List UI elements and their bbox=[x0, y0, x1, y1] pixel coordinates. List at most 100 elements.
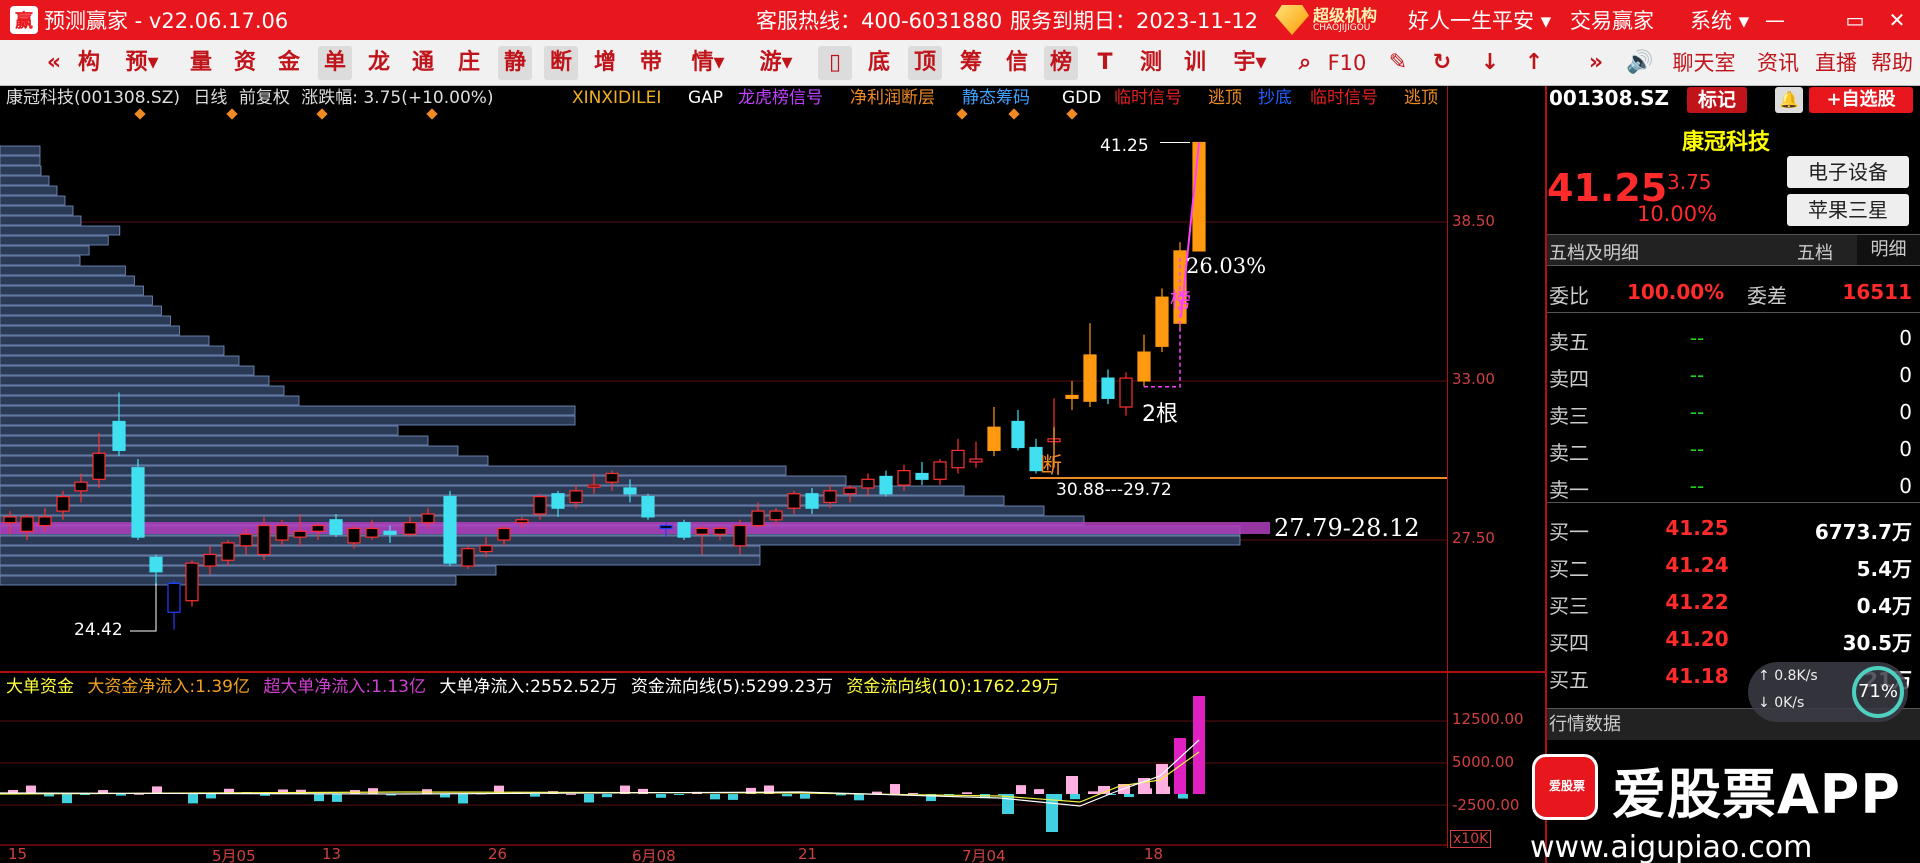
upload-speed: ↑ 0.8K/s bbox=[1758, 668, 1818, 684]
chip-bar bbox=[0, 185, 58, 196]
watermark: 爱股票 爱股票APP www.aigupiao.com bbox=[1530, 750, 1920, 863]
candle-body bbox=[203, 553, 217, 567]
candle-body bbox=[623, 487, 637, 495]
ask-row[interactable]: 卖五 -- 0 bbox=[1547, 326, 1920, 356]
bid-row[interactable]: 买一 41.25 6773.7万 bbox=[1547, 516, 1920, 546]
flow-bar bbox=[116, 794, 126, 796]
flow-bar bbox=[566, 793, 576, 795]
watermark-brand: 爱股票APP bbox=[1612, 763, 1901, 826]
flow-bar bbox=[710, 794, 720, 800]
chip-bar bbox=[0, 455, 489, 466]
flow-line-10: 资金流向线(10):1762.29万 bbox=[846, 677, 1060, 697]
chip-bar bbox=[0, 355, 240, 366]
weicha-value: 16511 bbox=[1842, 280, 1912, 304]
add-favorite-button[interactable]: +自选股 bbox=[1809, 87, 1913, 113]
low-price-label: 24.42 bbox=[74, 620, 123, 640]
candle-body bbox=[275, 524, 289, 541]
sector-tag-apple-samsung[interactable]: 苹果三星 bbox=[1787, 194, 1909, 226]
candle-body bbox=[861, 478, 875, 489]
tab-wudang[interactable]: 五档 bbox=[1797, 239, 1833, 265]
candle-body bbox=[515, 519, 529, 524]
candle-body bbox=[1083, 354, 1097, 402]
network-speed-widget[interactable]: ↑ 0.8K/s ↓ 0K/s 71% bbox=[1748, 662, 1908, 722]
super-inflow: 超大单净流入:1.13亿 bbox=[263, 677, 426, 697]
candle-body bbox=[311, 524, 325, 532]
candle-body bbox=[185, 562, 199, 602]
chip-bar bbox=[0, 465, 787, 476]
fund-flow-legend: 大单资金 大资金净流入:1.39亿 超大单净流入:1.13亿 大单净流入:255… bbox=[6, 672, 1059, 697]
bid-row[interactable]: 买四 41.20 30.5万 bbox=[1547, 627, 1920, 657]
candle-body bbox=[587, 484, 601, 488]
sector-tag-electronics[interactable]: 电子设备 bbox=[1787, 156, 1909, 188]
ask-row[interactable]: 卖一 -- 0 bbox=[1547, 474, 1920, 504]
candle-body bbox=[769, 510, 783, 521]
chip-bar bbox=[0, 165, 42, 176]
flow-bar bbox=[530, 794, 540, 797]
chip-range-label: 27.79-28.12 bbox=[1274, 514, 1420, 542]
candle-body bbox=[383, 530, 397, 535]
fund-flow-title: 大单资金 bbox=[6, 677, 74, 697]
candle-body bbox=[403, 522, 417, 535]
flow-line-10-path bbox=[0, 751, 1200, 803]
chip-bar bbox=[0, 175, 50, 186]
candle-body bbox=[1137, 351, 1151, 382]
order-book-title: 五档及明细 bbox=[1549, 243, 1639, 264]
bid-row[interactable]: 买三 41.22 0.4万 bbox=[1547, 590, 1920, 620]
chip-bar bbox=[0, 485, 965, 496]
flow-bar bbox=[800, 794, 810, 799]
stock-code: 001308.SZ bbox=[1549, 86, 1669, 110]
candle-body bbox=[641, 496, 655, 518]
y-tick: 38.50 bbox=[1452, 212, 1495, 230]
bid-price: 41.24 bbox=[1665, 553, 1729, 577]
chip-bar bbox=[0, 325, 180, 336]
candle-body bbox=[20, 516, 34, 532]
candle-body bbox=[695, 527, 709, 535]
ask-row[interactable]: 卖三 -- 0 bbox=[1547, 400, 1920, 430]
candle-body bbox=[1101, 377, 1115, 399]
chip-peak-bar bbox=[0, 522, 1270, 534]
chip-bar bbox=[0, 565, 497, 576]
candle-body bbox=[823, 490, 837, 504]
candle-body bbox=[1065, 394, 1079, 399]
sub-y-tick: -2500.00 bbox=[1452, 796, 1520, 814]
ask-volume: 0 bbox=[1899, 474, 1912, 498]
ask-label: 卖四 bbox=[1549, 367, 1589, 391]
ask-volume: 0 bbox=[1899, 437, 1912, 461]
chip-bar bbox=[0, 305, 162, 316]
candle-body bbox=[1192, 141, 1206, 252]
flow-bar bbox=[962, 792, 972, 794]
chip-bar bbox=[0, 415, 576, 426]
flow-bar bbox=[440, 794, 450, 798]
chip-bar bbox=[0, 545, 761, 556]
bid-row[interactable]: 买二 41.24 5.4万 bbox=[1547, 553, 1920, 583]
divider bbox=[1547, 502, 1920, 503]
high-price-label: 41.25 bbox=[1100, 136, 1149, 156]
chip-bar bbox=[0, 315, 171, 326]
chip-bar bbox=[0, 275, 135, 286]
tab-detail[interactable]: 明细 bbox=[1857, 235, 1920, 265]
ask-price: -- bbox=[1689, 400, 1705, 424]
flow-bar bbox=[674, 794, 684, 795]
ask-row[interactable]: 卖四 -- 0 bbox=[1547, 363, 1920, 393]
candle-body bbox=[843, 487, 857, 495]
bid-label: 买四 bbox=[1549, 631, 1589, 655]
chip-bar bbox=[0, 555, 761, 566]
candle-body bbox=[131, 467, 145, 538]
candle-body bbox=[933, 461, 947, 480]
flow-bar bbox=[260, 794, 270, 796]
chip-bar bbox=[0, 495, 1005, 506]
bell-icon[interactable]: 🔔 bbox=[1775, 87, 1803, 113]
bid-volume: 6773.7万 bbox=[1814, 520, 1912, 544]
flow-bar bbox=[1070, 794, 1080, 800]
ask-volume: 0 bbox=[1899, 400, 1912, 424]
flow-bar bbox=[62, 794, 72, 804]
candle-body bbox=[659, 524, 673, 530]
flow-bar bbox=[782, 794, 792, 797]
candle-body bbox=[951, 449, 965, 469]
mark-button[interactable]: 标记 bbox=[1687, 87, 1747, 113]
duan-signal-label: 断 bbox=[1040, 454, 1063, 479]
chip-bar bbox=[0, 265, 126, 276]
candle-body bbox=[751, 510, 765, 527]
ask-row[interactable]: 卖二 -- 0 bbox=[1547, 437, 1920, 467]
flow-bar bbox=[188, 794, 198, 804]
